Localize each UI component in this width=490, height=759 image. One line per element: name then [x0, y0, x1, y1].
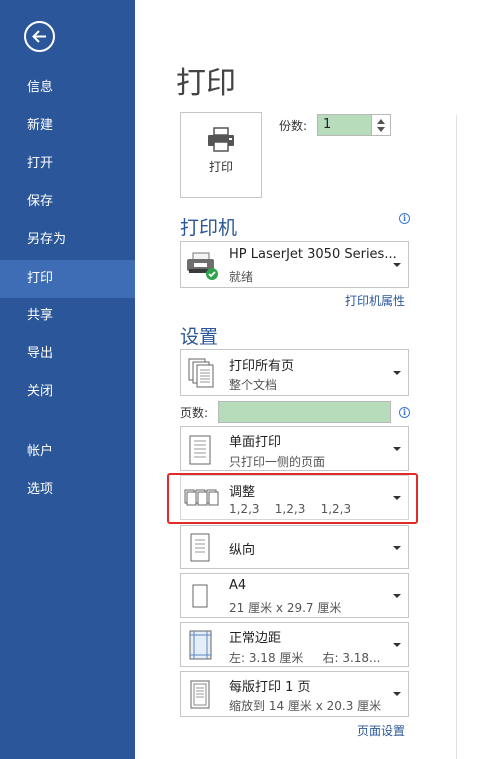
sidebar-item-save[interactable]: 保存 [0, 183, 135, 221]
chevron-down-icon [393, 643, 401, 647]
printer-icon [208, 127, 234, 152]
sides-dropdown[interactable]: 单面打印 只打印一侧的页面 [180, 426, 409, 471]
backstage-sidebar: 信息 新建 打开 保存 另存为 打印 共享 导出 关闭 帐户 选项 [0, 0, 135, 759]
sidebar-item-account[interactable]: 帐户 [0, 433, 135, 471]
paper-icon [192, 584, 208, 608]
info-icon[interactable]: i [399, 213, 410, 224]
chevron-down-icon [393, 263, 401, 267]
print-button[interactable]: 打印 [180, 112, 262, 198]
all-pages-icon [188, 358, 214, 388]
pages-per-sheet-subtitle: 缩放到 14 厘米 x 20.3 厘米 [229, 699, 382, 713]
paper-title: A4 [229, 578, 247, 593]
orientation-dropdown[interactable]: 纵向 [180, 525, 409, 569]
sidebar-item-print[interactable]: 打印 [0, 260, 135, 298]
info-icon[interactable]: i [399, 407, 410, 418]
page-title: 打印 [176, 66, 236, 101]
printer-dropdown[interactable]: HP LaserJet 3050 Series... 就绪 [180, 241, 409, 288]
printer-ready-icon [187, 252, 218, 280]
sidebar-item-open[interactable]: 打开 [0, 145, 135, 183]
sidebar-item-options[interactable]: 选项 [0, 471, 135, 509]
highlight-annotation [167, 473, 418, 524]
sidebar-item-export[interactable]: 导出 [0, 335, 135, 373]
copies-spinner[interactable] [372, 114, 391, 136]
chevron-down-icon [393, 546, 401, 550]
portrait-icon [190, 533, 210, 562]
paper-subtitle: 21 厘米 x 29.7 厘米 [229, 601, 342, 615]
chevron-down-icon [393, 692, 401, 696]
pages-per-sheet-title: 每版打印 1 页 [229, 680, 311, 695]
margins-title: 正常边距 [229, 631, 282, 646]
settings-heading: 设置 [180, 326, 219, 348]
print-button-label: 打印 [208, 160, 233, 174]
margins-icon [189, 630, 212, 660]
chevron-down-icon [393, 371, 401, 375]
copies-label: 份数: [279, 119, 308, 133]
print-range-subtitle: 整个文档 [229, 378, 278, 392]
orientation-title: 纵向 [229, 543, 256, 558]
margins-dropdown[interactable]: 正常边距 左: 3.18 厘米 右: 3.18... [180, 622, 409, 667]
chevron-down-icon [393, 594, 401, 598]
one-sided-page-icon [189, 435, 211, 465]
back-button[interactable] [24, 21, 55, 52]
sidebar-item-new[interactable]: 新建 [0, 107, 135, 145]
column-divider [456, 115, 457, 759]
spinner-down-icon[interactable] [377, 127, 385, 132]
spinner-up-icon[interactable] [377, 119, 385, 124]
print-range-dropdown[interactable]: 打印所有页 整个文档 [180, 349, 409, 396]
pages-input[interactable] [218, 401, 391, 423]
page-per-sheet-icon [190, 680, 210, 709]
printer-name: HP LaserJet 3050 Series... [229, 247, 397, 262]
sidebar-item-share[interactable]: 共享 [0, 297, 135, 335]
paper-size-dropdown[interactable]: A4 21 厘米 x 29.7 厘米 [180, 573, 409, 618]
printer-heading: 打印机 [180, 217, 238, 239]
sides-title: 单面打印 [229, 435, 282, 450]
page-setup-link[interactable]: 页面设置 [357, 722, 405, 739]
pages-label: 页数: [180, 406, 209, 420]
printer-status: 就绪 [229, 270, 254, 284]
pages-per-sheet-dropdown[interactable]: 每版打印 1 页 缩放到 14 厘米 x 20.3 厘米 [180, 671, 409, 717]
printer-properties-link[interactable]: 打印机属性 [345, 292, 405, 309]
margins-subtitle: 左: 3.18 厘米 右: 3.18... [229, 651, 381, 665]
sidebar-item-info[interactable]: 信息 [0, 69, 135, 107]
print-range-title: 打印所有页 [229, 359, 295, 374]
chevron-down-icon [393, 447, 401, 451]
copies-input[interactable]: 1 [317, 114, 372, 136]
arrow-left-icon [32, 30, 46, 43]
sides-subtitle: 只打印一侧的页面 [229, 455, 326, 469]
sidebar-item-save-as[interactable]: 另存为 [0, 221, 135, 259]
sidebar-item-close[interactable]: 关闭 [0, 373, 135, 411]
